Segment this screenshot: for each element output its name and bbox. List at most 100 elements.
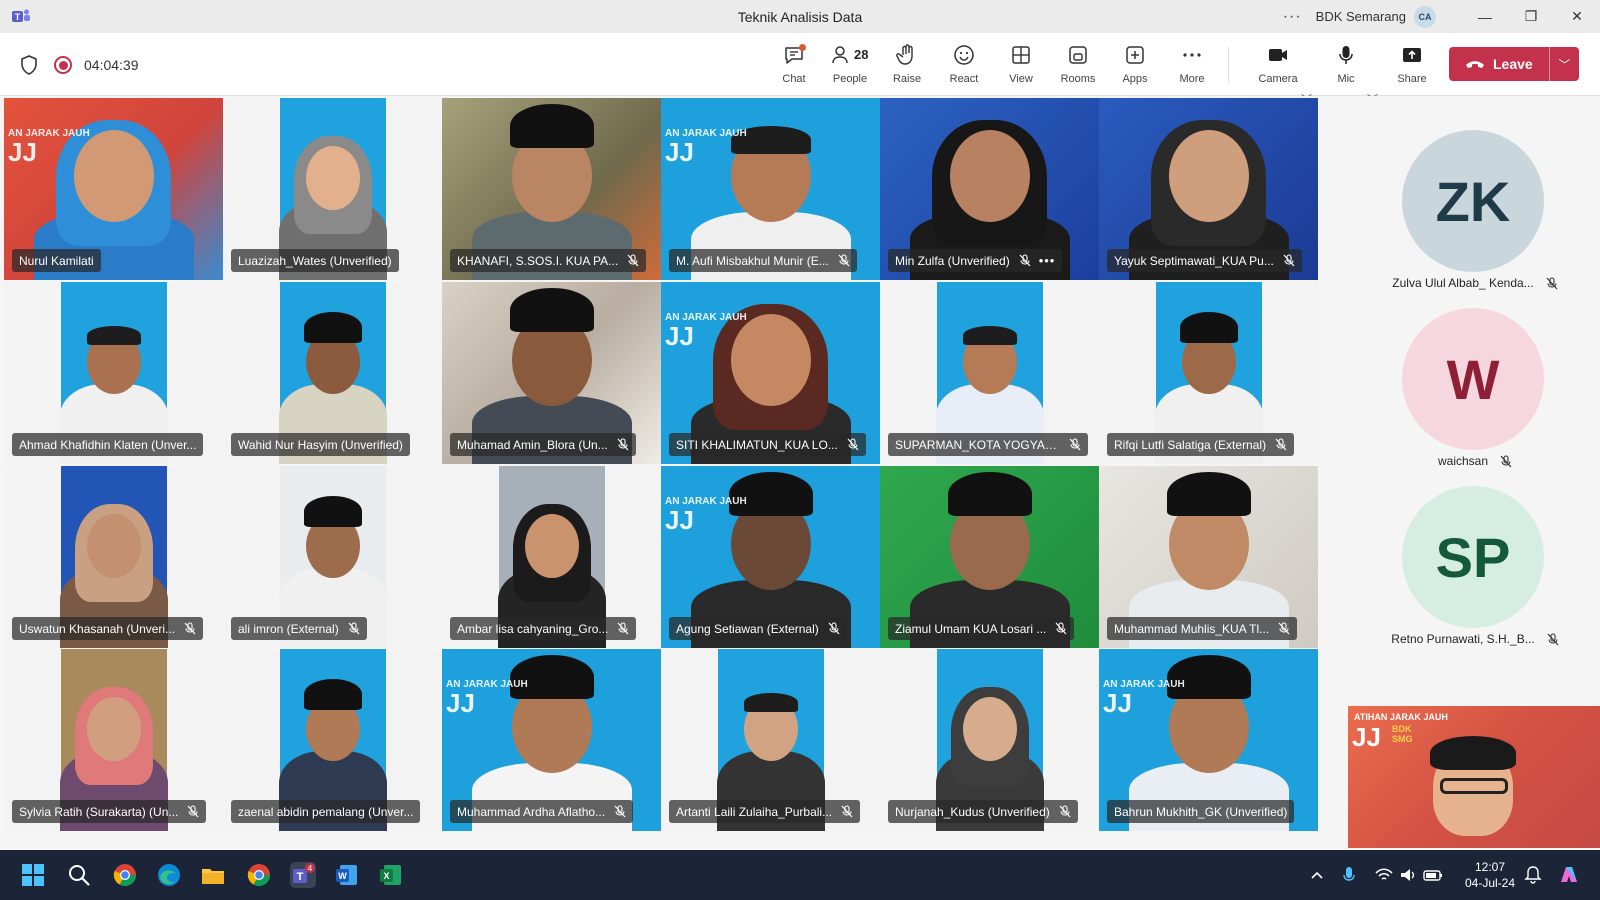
avatar[interactable]: CA xyxy=(1414,5,1436,28)
participant-video-tile[interactable]: Nurjanah_Kudus (Unverified) xyxy=(880,649,1099,831)
hair xyxy=(87,326,141,346)
minimize-button[interactable]: — xyxy=(1462,0,1508,33)
event-banner-logo: AN JARAK JAUH JJ xyxy=(8,128,90,167)
people-button[interactable]: 28 People xyxy=(822,43,878,89)
hair xyxy=(963,326,1017,346)
shield-icon[interactable] xyxy=(20,55,38,75)
react-label: React xyxy=(949,73,979,85)
participant-video-tile[interactable]: Luazizah_Wates (Unverified) xyxy=(223,98,442,280)
participant-video-tile[interactable]: Muhamad Amin_Blora (Un... xyxy=(442,282,661,464)
participant-video-tile[interactable]: Artanti Laili Zulaiha_Purbali... xyxy=(661,649,880,831)
participant-name-tag: Muhamad Amin_Blora (Un... xyxy=(450,433,636,456)
maximize-button[interactable]: ❐ xyxy=(1508,0,1554,33)
participant-video-tile[interactable]: AN JARAK JAUH JJ Muhammad Ardha Aflatho... xyxy=(442,649,661,831)
battery-icon[interactable] xyxy=(1422,862,1444,888)
clock-time: 12:07 xyxy=(1474,860,1506,874)
volume-icon[interactable] xyxy=(1398,862,1418,888)
participant-name: Bahrun Mukhith_GK (Unverified) xyxy=(1114,804,1288,819)
hand-icon xyxy=(896,44,913,65)
react-button[interactable]: React xyxy=(936,43,992,89)
participant-card[interactable]: W waichsan xyxy=(1350,294,1600,474)
file-explorer-icon[interactable] xyxy=(200,862,226,888)
raise-hand-button[interactable]: Raise xyxy=(879,43,935,89)
self-view-logo: JJ xyxy=(1352,722,1381,752)
participant-video-tile[interactable]: Muhammad Muhlis_KUA Tl... xyxy=(1099,466,1318,648)
system-clock[interactable]: 12:07 04-Jul-24 xyxy=(1460,859,1520,891)
participant-name: Nurul Kamilati xyxy=(19,253,94,268)
mic-muted-icon xyxy=(838,254,850,267)
peci-cap xyxy=(947,472,1032,517)
edge-icon[interactable] xyxy=(156,862,182,888)
excel-icon[interactable]: X xyxy=(378,862,404,888)
participant-name: Ziamul Umam KUA Losari ... xyxy=(895,621,1047,636)
more-button[interactable]: More xyxy=(1164,43,1220,89)
rooms-icon xyxy=(1069,46,1087,64)
person-face xyxy=(963,697,1017,761)
participant-video-tile[interactable]: AN JARAK JAUH JJ SITI KHALIMATUN_KUA LO... xyxy=(661,282,880,464)
leave-options-chevron-icon[interactable]: ﹀ xyxy=(1550,56,1579,73)
participant-card[interactable]: ZK Zulva Ulul Albab_ Kenda... xyxy=(1350,116,1600,296)
teams-taskbar-icon[interactable]: T4 xyxy=(290,862,316,888)
chevron-up-icon[interactable] xyxy=(1308,862,1326,888)
camera-icon xyxy=(1269,49,1287,61)
share-button[interactable]: Share xyxy=(1384,43,1440,89)
participant-video-tile[interactable]: zaenal abidin pemalang (Unver... xyxy=(223,649,442,831)
more-options-icon[interactable]: ••• xyxy=(1039,253,1056,268)
camera-button[interactable]: Camera xyxy=(1250,43,1306,89)
participant-video-tile[interactable]: AN JARAK JAUH JJ Nurul Kamilati xyxy=(4,98,223,280)
participant-name: SITI KHALIMATUN_KUA LO... xyxy=(676,437,838,452)
more-options-button[interactable]: ··· xyxy=(1283,8,1302,26)
participant-video-tile[interactable]: AN JARAK JAUH JJ Agung Setiawan (External) xyxy=(661,466,880,648)
raise-label: Raise xyxy=(892,73,922,85)
search-icon[interactable] xyxy=(66,862,92,888)
participant-video-tile[interactable]: SUPARMAN_KOTA YOGYAK... xyxy=(880,282,1099,464)
participant-video-tile[interactable]: AN JARAK JAUH JJ M. Aufi Misbakhul Munir (… xyxy=(661,98,880,280)
participant-name-tag: M. Aufi Misbakhul Munir (E... xyxy=(669,249,857,272)
participant-video-tile[interactable]: Ahmad Khafidhin Klaten (Unver... xyxy=(4,282,223,464)
toolbar-divider xyxy=(1228,47,1229,83)
people-count: 28 xyxy=(854,47,869,62)
wifi-icon[interactable] xyxy=(1374,862,1394,888)
notifications-bell-icon[interactable] xyxy=(1524,862,1542,888)
meeting-timer: 04:04:39 xyxy=(84,57,139,73)
participant-video-tile[interactable]: Sylvia Ratih (Surakarta) (Un... xyxy=(4,649,223,831)
leave-button[interactable]: Leave ﹀ xyxy=(1449,47,1579,81)
participant-name-tag: SUPARMAN_KOTA YOGYAK... xyxy=(888,433,1088,456)
mic-muted-icon xyxy=(1546,276,1558,289)
chrome-icon[interactable] xyxy=(112,862,138,888)
participant-video-tile[interactable]: ali imron (External) xyxy=(223,466,442,648)
copilot-icon[interactable] xyxy=(1556,862,1582,888)
self-video-preview[interactable]: ATIHAN JARAK JAUH JJ BDK SMG xyxy=(1348,706,1600,848)
participant-video-tile[interactable]: Wahid Nur Hasyim (Unverified) xyxy=(223,282,442,464)
participant-video-tile[interactable]: Uswatun Khasanah (Unveri... xyxy=(4,466,223,648)
participant-video-tile[interactable]: Rifqi Lutfi Salatiga (External) xyxy=(1099,282,1318,464)
participant-video-tile[interactable]: Yayuk Septimawati_KUA Pu... xyxy=(1099,98,1318,280)
participant-video-tile[interactable]: KHANAFI, S.SOS.I. KUA PA... xyxy=(442,98,661,280)
participant-video-tile[interactable]: Ambar lisa cahyaning_Gro... xyxy=(442,466,661,648)
close-button[interactable]: ✕ xyxy=(1554,0,1600,33)
event-banner-logo: AN JARAK JAUH JJ xyxy=(665,496,747,535)
apps-button[interactable]: Apps xyxy=(1107,43,1163,89)
mic-button[interactable]: Mic xyxy=(1318,43,1374,89)
view-button[interactable]: View xyxy=(993,43,1049,89)
apps-label: Apps xyxy=(1122,73,1148,85)
participant-video-tile[interactable]: Ziamul Umam KUA Losari ... xyxy=(880,466,1099,648)
participant-name-tag: Yayuk Septimawati_KUA Pu... xyxy=(1107,249,1302,272)
mic-muted-icon xyxy=(828,622,840,635)
chrome-profile-icon[interactable] xyxy=(246,862,272,888)
word-icon[interactable]: W xyxy=(334,862,360,888)
participant-card[interactable]: SP Retno Purnawati, S.H._B... xyxy=(1350,472,1600,652)
participant-video-tile[interactable]: AN JARAK JAUH JJ Bahrun Mukhith_GK (Unveri… xyxy=(1099,649,1318,831)
participant-name-tag: Ambar lisa cahyaning_Gro... xyxy=(450,617,637,640)
mic-muted-icon xyxy=(1019,254,1031,267)
participant-video-tile[interactable]: Min Zulfa (Unverified) ••• xyxy=(880,98,1099,280)
participant-name-tag: SITI KHALIMATUN_KUA LO... xyxy=(669,433,866,456)
windows-start-icon[interactable] xyxy=(20,862,46,888)
participant-name: Luazizah_Wates (Unverified) xyxy=(238,253,392,268)
rooms-button[interactable]: Rooms xyxy=(1050,43,1106,89)
participant-name-tag: Artanti Laili Zulaiha_Purbali... xyxy=(669,800,861,823)
org-name[interactable]: BDK Semarang xyxy=(1316,9,1406,24)
chat-button[interactable]: Chat xyxy=(766,43,822,89)
leave-main-button[interactable]: Leave xyxy=(1449,47,1549,81)
microphone-tray-icon[interactable] xyxy=(1340,862,1358,888)
